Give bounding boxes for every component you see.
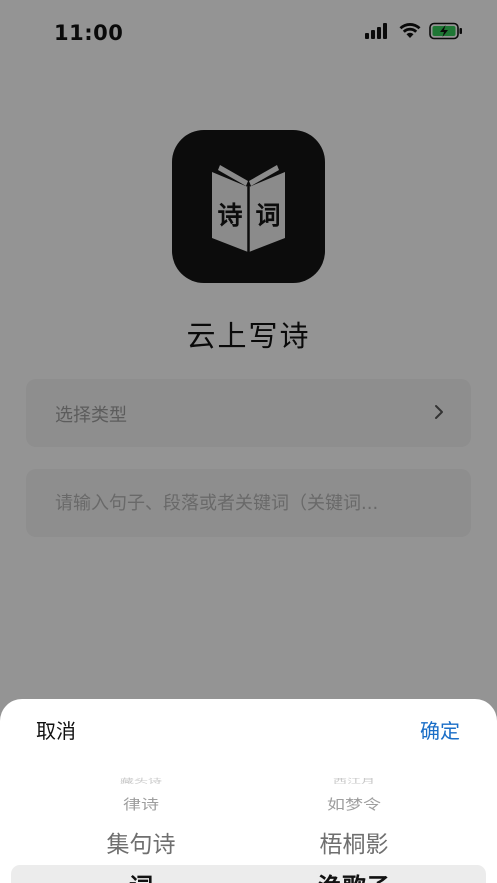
picker-option-selected[interactable]: 渔歌子 [230, 867, 478, 883]
picker-option[interactable]: 集句诗 [17, 825, 265, 859]
picker-column-category[interactable]: 藏头诗 律诗 集句诗 词 [17, 769, 265, 883]
picker-sheet: 取消 确定 藏头诗 律诗 集句诗 词 西江月 如梦令 梧桐影 渔歌子 [0, 699, 497, 883]
picker-option-selected[interactable]: 词 [17, 867, 265, 883]
picker-option[interactable]: 藏头诗 [17, 777, 265, 784]
picker-column-form[interactable]: 西江月 如梦令 梧桐影 渔歌子 [230, 769, 478, 883]
cancel-button[interactable]: 取消 [36, 715, 76, 744]
picker-option[interactable]: 如梦令 [230, 794, 478, 814]
picker-wheels[interactable]: 藏头诗 律诗 集句诗 词 西江月 如梦令 梧桐影 渔歌子 [0, 769, 497, 883]
confirm-button[interactable]: 确定 [420, 715, 460, 744]
picker-option[interactable]: 律诗 [17, 794, 265, 814]
picker-option[interactable]: 梧桐影 [230, 825, 478, 859]
picker-option[interactable]: 西江月 [230, 777, 478, 784]
